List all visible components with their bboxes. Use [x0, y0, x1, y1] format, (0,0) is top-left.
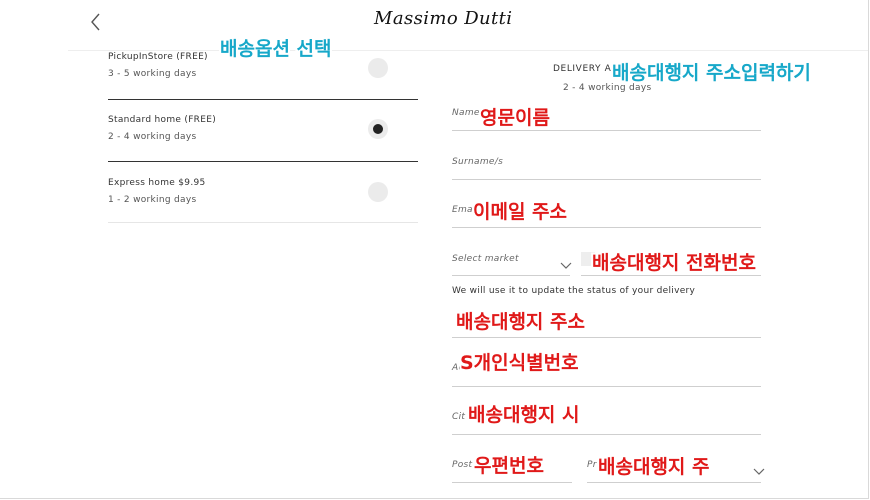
market-select[interactable]: Select market	[452, 254, 519, 264]
option-divider	[108, 222, 418, 223]
radio-express[interactable]	[368, 182, 388, 202]
option-divider	[108, 161, 418, 162]
city-input[interactable]: Cit	[452, 412, 465, 422]
surname-input-underline	[452, 179, 761, 180]
province-select[interactable]: Pr	[587, 460, 597, 470]
delivery-option-express[interactable]: Express home $9.95 1 - 2 working days	[108, 178, 418, 205]
city-input-underline	[452, 434, 761, 435]
brand-logo: Massimo Dutti	[374, 8, 513, 29]
annotation-personal-id: S개인식별번호	[460, 352, 579, 374]
annotation-forwarder-phone: 배송대행지 전화번호	[592, 252, 756, 274]
annotation-forwarder-state: 배송대행지 주	[598, 456, 710, 478]
chevron-down-icon[interactable]	[560, 255, 572, 269]
radio-pickup[interactable]	[368, 58, 388, 78]
name-input-underline	[452, 130, 761, 131]
delivery-option-standard[interactable]: Standard home (FREE) 2 - 4 working days	[108, 115, 418, 142]
province-select-underline	[587, 482, 761, 483]
address-input-underline[interactable]	[452, 337, 761, 338]
header-divider	[68, 50, 868, 51]
surname-input[interactable]: Surname/s	[452, 157, 503, 167]
address-line2-underline	[452, 386, 761, 387]
name-input[interactable]: Name	[452, 108, 480, 118]
radio-standard[interactable]	[368, 119, 388, 139]
annotation-forwarder-city: 배송대행지 시	[468, 404, 580, 426]
back-chevron-icon[interactable]	[88, 11, 106, 33]
delivery-address-title: DELIVERY A	[553, 64, 612, 74]
annotation-forwarder-address: 배송대행지 주소	[456, 311, 585, 333]
option-divider	[108, 99, 418, 100]
annotation-email-address: 이메일 주소	[473, 201, 568, 223]
phone-input-underline	[581, 275, 761, 276]
annotation-postal-code: 우편번호	[474, 455, 544, 477]
postcode-input-underline	[452, 482, 572, 483]
chevron-down-icon[interactable]	[753, 461, 765, 475]
market-select-underline	[452, 275, 570, 276]
annotation-forwarder-address-input: 배송대행지 주소입력하기	[612, 62, 811, 84]
phone-hint: We will use it to update the status of y…	[452, 286, 696, 296]
postcode-input[interactable]: Post	[452, 460, 472, 470]
annotation-delivery-option-select: 배송옵션 선택	[220, 38, 332, 60]
annotation-english-name: 영문이름	[480, 107, 550, 129]
email-input-underline	[452, 227, 761, 228]
